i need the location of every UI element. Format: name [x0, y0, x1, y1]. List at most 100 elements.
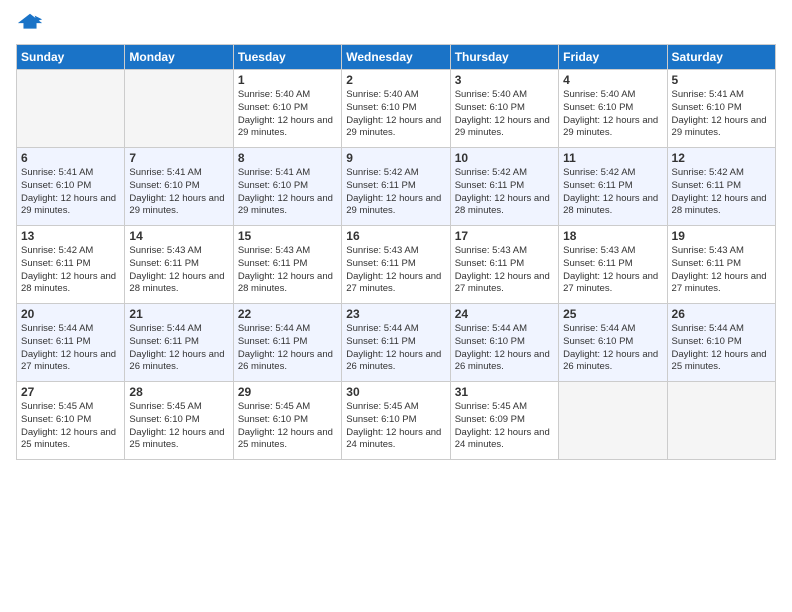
- day-info: Sunrise: 5:45 AMSunset: 6:10 PMDaylight:…: [21, 401, 120, 452]
- calendar-cell: 29 Sunrise: 5:45 AMSunset: 6:10 PMDayligh…: [233, 382, 341, 460]
- day-number: 3: [455, 73, 554, 87]
- day-number: 18: [563, 229, 662, 243]
- day-header-wednesday: Wednesday: [342, 45, 450, 70]
- calendar-cell: 8Sunrise: 5:41 AMSunset: 6:10 PMDaylight…: [233, 148, 341, 226]
- day-number: 16: [346, 229, 445, 243]
- day-info: Sunrise: 5:43 AMSunset: 6:11 PMDaylight:…: [129, 245, 228, 296]
- day-number: 22: [238, 307, 337, 321]
- day-number: 24: [455, 307, 554, 321]
- day-number: 10: [455, 151, 554, 165]
- day-info: Sunrise: 5:43 AMSunset: 6:11 PMDaylight:…: [238, 245, 337, 296]
- day-number: 31: [455, 385, 554, 399]
- day-number: 15: [238, 229, 337, 243]
- day-header-saturday: Saturday: [667, 45, 775, 70]
- day-info: Sunrise: 5:41 AMSunset: 6:10 PMDaylight:…: [21, 167, 120, 218]
- week-row-3: 13Sunrise: 5:42 AMSunset: 6:11 PMDayligh…: [17, 226, 776, 304]
- calendar-cell: 16 Sunrise: 5:43 AMSunset: 6:11 PMDayligh…: [342, 226, 450, 304]
- day-number: 6: [21, 151, 120, 165]
- day-header-friday: Friday: [559, 45, 667, 70]
- day-number: 25: [563, 307, 662, 321]
- calendar-cell: 5 Sunrise: 5:41 AMSunset: 6:10 PMDaylight…: [667, 70, 775, 148]
- calendar-cell: 27 Sunrise: 5:45 AMSunset: 6:10 PMDayligh…: [17, 382, 125, 460]
- day-number: 19: [672, 229, 771, 243]
- day-info: Sunrise: 5:43 AMSunset: 6:11 PMDaylight:…: [563, 245, 662, 296]
- calendar-cell: 10 Sunrise: 5:42 AMSunset: 6:11 PMDayligh…: [450, 148, 558, 226]
- day-info: Sunrise: 5:44 AMSunset: 6:11 PMDaylight:…: [21, 323, 120, 374]
- week-row-5: 27 Sunrise: 5:45 AMSunset: 6:10 PMDayligh…: [17, 382, 776, 460]
- day-number: 20: [21, 307, 120, 321]
- calendar-cell: 15 Sunrise: 5:43 AMSunset: 6:11 PMDayligh…: [233, 226, 341, 304]
- day-number: 23: [346, 307, 445, 321]
- day-number: 4: [563, 73, 662, 87]
- calendar-cell: [559, 382, 667, 460]
- day-info: Sunrise: 5:42 AMSunset: 6:11 PMDaylight:…: [563, 167, 662, 218]
- day-info: Sunrise: 5:40 AMSunset: 6:10 PMDaylight:…: [563, 89, 662, 140]
- day-info: Sunrise: 5:42 AMSunset: 6:11 PMDaylight:…: [346, 167, 445, 218]
- calendar-cell: 6 Sunrise: 5:41 AMSunset: 6:10 PMDaylight…: [17, 148, 125, 226]
- day-info: Sunrise: 5:44 AMSunset: 6:11 PMDaylight:…: [238, 323, 337, 374]
- day-number: 5: [672, 73, 771, 87]
- calendar-cell: 28Sunrise: 5:45 AMSunset: 6:10 PMDayligh…: [125, 382, 233, 460]
- day-info: Sunrise: 5:45 AMSunset: 6:10 PMDaylight:…: [238, 401, 337, 452]
- day-info: Sunrise: 5:41 AMSunset: 6:10 PMDaylight:…: [672, 89, 771, 140]
- day-info: Sunrise: 5:40 AMSunset: 6:10 PMDaylight:…: [346, 89, 445, 140]
- page: SundayMondayTuesdayWednesdayThursdayFrid…: [0, 0, 792, 468]
- day-info: Sunrise: 5:41 AMSunset: 6:10 PMDaylight:…: [238, 167, 337, 218]
- day-number: 17: [455, 229, 554, 243]
- day-number: 30: [346, 385, 445, 399]
- day-header-thursday: Thursday: [450, 45, 558, 70]
- day-info: Sunrise: 5:44 AMSunset: 6:11 PMDaylight:…: [129, 323, 228, 374]
- day-info: Sunrise: 5:43 AMSunset: 6:11 PMDaylight:…: [672, 245, 771, 296]
- day-info: Sunrise: 5:44 AMSunset: 6:11 PMDaylight:…: [346, 323, 445, 374]
- day-number: 12: [672, 151, 771, 165]
- day-info: Sunrise: 5:43 AMSunset: 6:11 PMDaylight:…: [346, 245, 445, 296]
- day-header-tuesday: Tuesday: [233, 45, 341, 70]
- day-info: Sunrise: 5:41 AMSunset: 6:10 PMDaylight:…: [129, 167, 228, 218]
- calendar: SundayMondayTuesdayWednesdayThursdayFrid…: [16, 44, 776, 460]
- calendar-cell: 23 Sunrise: 5:44 AMSunset: 6:11 PMDayligh…: [342, 304, 450, 382]
- calendar-cell: 17Sunrise: 5:43 AMSunset: 6:11 PMDayligh…: [450, 226, 558, 304]
- day-number: 28: [129, 385, 228, 399]
- calendar-cell: 12 Sunrise: 5:42 AMSunset: 6:11 PMDayligh…: [667, 148, 775, 226]
- week-row-2: 6 Sunrise: 5:41 AMSunset: 6:10 PMDaylight…: [17, 148, 776, 226]
- calendar-cell: 19 Sunrise: 5:43 AMSunset: 6:11 PMDayligh…: [667, 226, 775, 304]
- calendar-cell: 25 Sunrise: 5:44 AMSunset: 6:10 PMDayligh…: [559, 304, 667, 382]
- day-info: Sunrise: 5:42 AMSunset: 6:11 PMDaylight:…: [21, 245, 120, 296]
- week-row-4: 20 Sunrise: 5:44 AMSunset: 6:11 PMDayligh…: [17, 304, 776, 382]
- day-number: 9: [346, 151, 445, 165]
- day-number: 26: [672, 307, 771, 321]
- day-header-monday: Monday: [125, 45, 233, 70]
- calendar-cell: [17, 70, 125, 148]
- day-info: Sunrise: 5:42 AMSunset: 6:11 PMDaylight:…: [455, 167, 554, 218]
- calendar-cell: 24Sunrise: 5:44 AMSunset: 6:10 PMDayligh…: [450, 304, 558, 382]
- day-header-sunday: Sunday: [17, 45, 125, 70]
- calendar-cell: 7Sunrise: 5:41 AMSunset: 6:10 PMDaylight…: [125, 148, 233, 226]
- day-info: Sunrise: 5:42 AMSunset: 6:11 PMDaylight:…: [672, 167, 771, 218]
- calendar-cell: 31 Sunrise: 5:45 AMSunset: 6:09 PMDayligh…: [450, 382, 558, 460]
- calendar-cell: 13Sunrise: 5:42 AMSunset: 6:11 PMDayligh…: [17, 226, 125, 304]
- week-row-1: 1Sunrise: 5:40 AMSunset: 6:10 PMDaylight…: [17, 70, 776, 148]
- day-info: Sunrise: 5:45 AMSunset: 6:09 PMDaylight:…: [455, 401, 554, 452]
- calendar-cell: [125, 70, 233, 148]
- day-number: 29: [238, 385, 337, 399]
- calendar-cell: 1Sunrise: 5:40 AMSunset: 6:10 PMDaylight…: [233, 70, 341, 148]
- calendar-cell: 2 Sunrise: 5:40 AMSunset: 6:10 PMDaylight…: [342, 70, 450, 148]
- header-row: SundayMondayTuesdayWednesdayThursdayFrid…: [17, 45, 776, 70]
- calendar-cell: 4 Sunrise: 5:40 AMSunset: 6:10 PMDaylight…: [559, 70, 667, 148]
- header: [16, 10, 776, 38]
- day-info: Sunrise: 5:40 AMSunset: 6:10 PMDaylight:…: [455, 89, 554, 140]
- calendar-cell: 20 Sunrise: 5:44 AMSunset: 6:11 PMDayligh…: [17, 304, 125, 382]
- calendar-cell: 21 Sunrise: 5:44 AMSunset: 6:11 PMDayligh…: [125, 304, 233, 382]
- calendar-cell: 14 Sunrise: 5:43 AMSunset: 6:11 PMDayligh…: [125, 226, 233, 304]
- calendar-cell: 22 Sunrise: 5:44 AMSunset: 6:11 PMDayligh…: [233, 304, 341, 382]
- logo-icon: [16, 10, 44, 38]
- day-number: 27: [21, 385, 120, 399]
- day-info: Sunrise: 5:40 AMSunset: 6:10 PMDaylight:…: [238, 89, 337, 140]
- day-info: Sunrise: 5:44 AMSunset: 6:10 PMDaylight:…: [563, 323, 662, 374]
- day-number: 14: [129, 229, 228, 243]
- calendar-cell: 11Sunrise: 5:42 AMSunset: 6:11 PMDayligh…: [559, 148, 667, 226]
- day-number: 2: [346, 73, 445, 87]
- calendar-cell: 9 Sunrise: 5:42 AMSunset: 6:11 PMDaylight…: [342, 148, 450, 226]
- calendar-cell: 30Sunrise: 5:45 AMSunset: 6:10 PMDayligh…: [342, 382, 450, 460]
- day-number: 21: [129, 307, 228, 321]
